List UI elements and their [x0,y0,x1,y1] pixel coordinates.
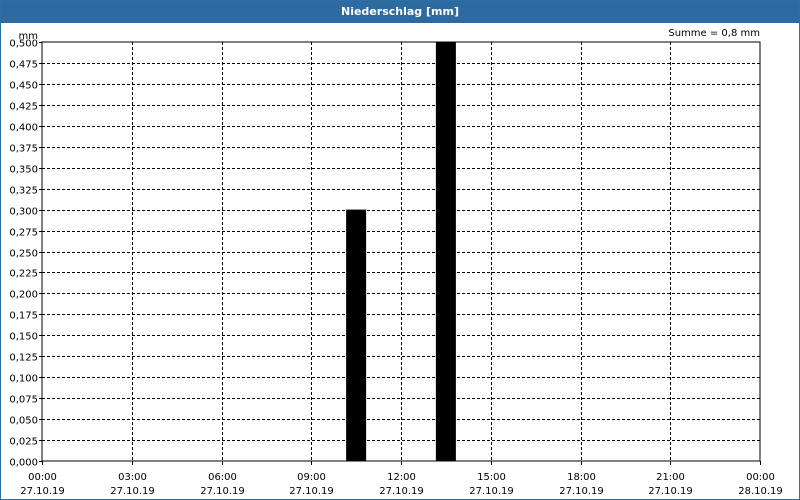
x-tick-date-label: 27.10.19 [648,486,693,497]
x-tick-date-label: 27.10.19 [200,486,245,497]
x-tick-time-label: 06:00 [208,472,237,483]
y-tick-label: 0,300 [9,207,38,218]
x-tick-time-label: 00:00 [28,472,57,483]
y-tick-label: 0,100 [9,374,38,385]
x-axis: 00:00 27.10.19 03:00 27.10.19 06:00 27.10.19 0… [20,461,783,497]
y-tick-label: 0,275 [9,228,38,239]
x-tick-date-label: 27.10.19 [110,486,155,497]
precipitation-bar [346,209,367,461]
x-tick-date-label: 27.10.19 [20,486,65,497]
x-tick-date-label: 27.10.19 [559,486,604,497]
precipitation-chart: mm Summe = 0,8 mm 0,0000,0250,0500,0750,… [9,28,783,497]
y-axis: 0,000 0,025 0,050 0,075 0,100 0,125 0,150 0,175… [9,39,42,469]
x-tick-time-label: 00:00 [746,472,775,483]
x-tick-time-label: 21:00 [656,472,685,483]
y-tick-label: 0,225 [9,269,38,280]
x-tick-time-label: 03:00 [118,472,147,483]
x-tick-time-label: 09:00 [297,472,326,483]
x-tick-time-label: 15:00 [477,472,506,483]
x-tick-date-label: 28.10.19 [738,486,783,497]
y-tick-label: 0,000 [9,458,38,469]
x-tick-time-label: 12:00 [387,472,416,483]
chart-window: Niederschlag [mm] mm Summe = 0,8 mm 0,00… [0,0,800,500]
x-tick-date-label: 27.10.19 [379,486,424,497]
sum-annotation: Summe = 0,8 mm [668,28,760,39]
precipitation-bar [435,42,456,461]
y-tick-label: 0,025 [9,437,38,448]
y-tick-label: 0,500 [9,39,38,50]
x-tick-date-label: 27.10.19 [469,486,514,497]
y-tick-label: 0,375 [9,144,38,155]
y-tick-label: 0,125 [9,353,38,364]
y-tick-label: 0,075 [9,395,38,406]
y-tick-label: 0,150 [9,332,38,343]
y-tick-label: 0,200 [9,290,38,301]
y-tick-label: 0,450 [9,81,38,92]
y-tick-label: 0,325 [9,186,38,197]
x-tick-time-label: 18:00 [567,472,596,483]
x-tick-date-label: 27.10.19 [289,486,334,497]
y-tick-label: 0,250 [9,249,38,260]
y-tick-label: 0,050 [9,416,38,427]
grid-lines [42,42,760,461]
y-tick-label: 0,400 [9,123,38,134]
y-tick-label: 0,475 [9,60,38,71]
y-tick-label: 0,425 [9,102,38,113]
y-tick-label: 0,350 [9,165,38,176]
y-tick-label: 0,175 [9,311,38,322]
